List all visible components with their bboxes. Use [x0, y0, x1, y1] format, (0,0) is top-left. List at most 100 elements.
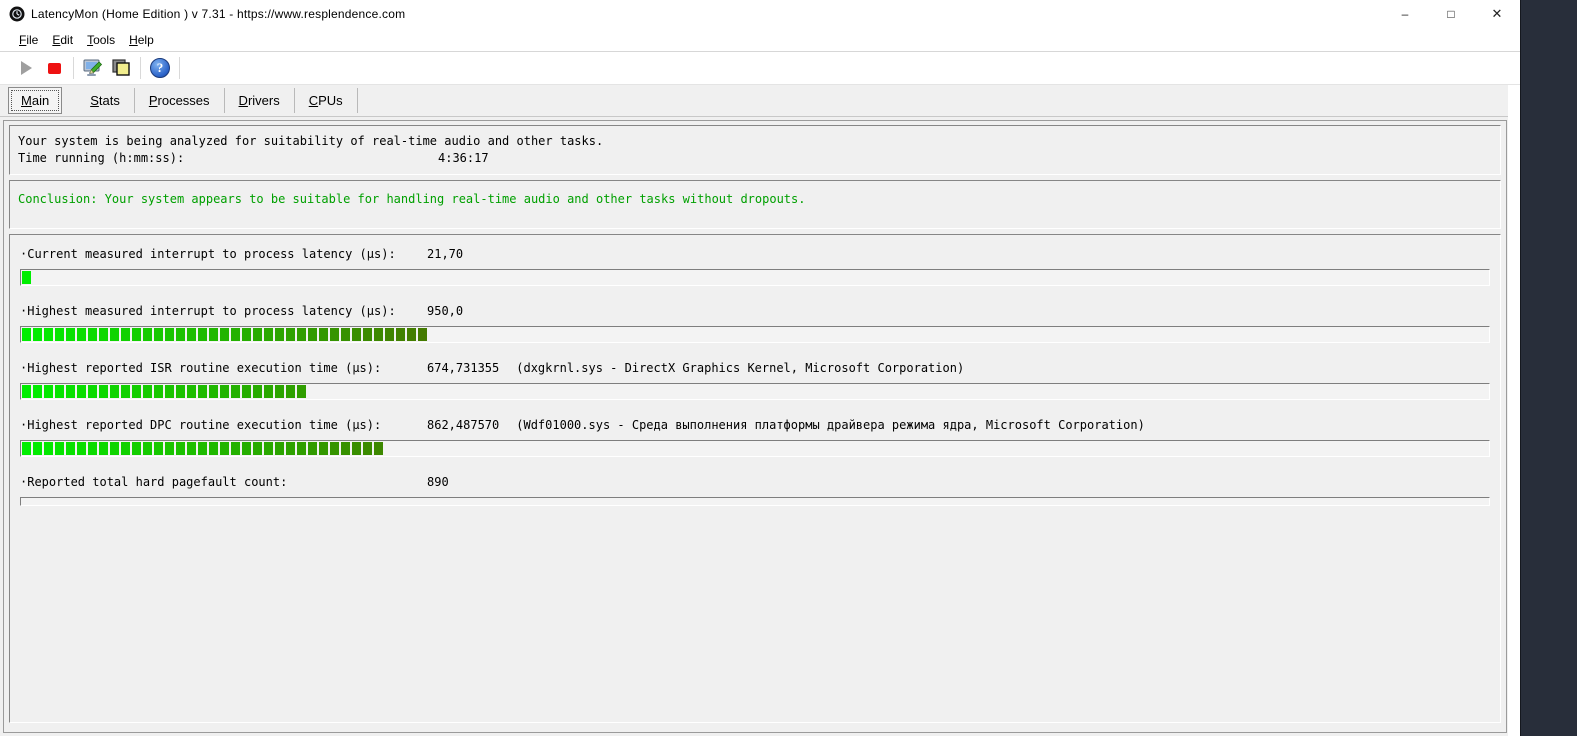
bar-segment	[385, 328, 394, 341]
latency-bar	[20, 383, 1490, 400]
tab-main[interactable]: Main	[8, 87, 63, 114]
bar-segment	[264, 328, 273, 341]
bar-segment	[22, 328, 31, 341]
bar-segment	[286, 385, 295, 398]
bar-segment	[176, 385, 185, 398]
analysis-status-text: Your system is being analyzed for suitab…	[18, 134, 604, 148]
tab-drivers[interactable]: Drivers	[225, 88, 295, 113]
bar-segment	[99, 328, 108, 341]
stop-monitor-button[interactable]	[40, 55, 68, 81]
bar-segment	[297, 328, 306, 341]
bar-segment	[418, 328, 427, 341]
bar-segment	[22, 271, 31, 284]
measurement-row: ·Current measured interrupt to process l…	[20, 246, 1490, 286]
bar-segment	[198, 442, 207, 455]
analyze-button[interactable]	[79, 55, 107, 81]
measurement-value: 862,487570	[427, 418, 500, 432]
bar-segment	[33, 385, 42, 398]
bar-segment	[264, 442, 273, 455]
bar-segment	[231, 328, 240, 341]
measurement-label: ·Highest reported ISR routine execution …	[20, 361, 382, 375]
bar-segment	[187, 385, 196, 398]
menu-item-edit[interactable]: Edit	[45, 30, 80, 50]
bar-segment	[110, 385, 119, 398]
main-panel: Your system is being analyzed for suitab…	[3, 120, 1507, 733]
conclusion-text: Conclusion: Your system appears to be su…	[18, 192, 806, 206]
maximize-button[interactable]: □	[1428, 0, 1474, 28]
bar-segment	[121, 442, 130, 455]
bar-segment	[242, 385, 251, 398]
bar-segment	[176, 328, 185, 341]
bar-segment	[275, 328, 284, 341]
bar-segment	[154, 442, 163, 455]
latency-bar	[20, 326, 1490, 343]
bar-segment	[44, 385, 53, 398]
stop-icon	[47, 62, 61, 74]
bar-segment	[22, 442, 31, 455]
latency-bar	[20, 440, 1490, 457]
close-button[interactable]: ✕	[1474, 0, 1520, 28]
tab-cpus[interactable]: CPUs	[295, 88, 358, 113]
measurement-label: ·Highest reported DPC routine execution …	[20, 418, 382, 432]
play-icon	[20, 61, 32, 75]
start-monitor-button[interactable]	[12, 55, 40, 81]
bar-segment	[198, 385, 207, 398]
measurement-row: ·Highest measured interrupt to process l…	[20, 303, 1490, 343]
menu-item-help[interactable]: Help	[122, 30, 161, 50]
bar-segment	[33, 442, 42, 455]
latencymon-window: LatencyMon (Home Edition ) v 7.31 - http…	[0, 0, 1520, 736]
latency-bar	[20, 497, 1490, 506]
measurement-value: 890	[427, 475, 449, 489]
bar-segment	[319, 442, 328, 455]
bar-segment	[374, 442, 383, 455]
minimize-button[interactable]: –	[1382, 0, 1428, 28]
bar-segment	[44, 328, 53, 341]
workspace: Main Stats Processes Drivers CPUs Your syste…	[0, 85, 1508, 736]
help-button[interactable]: ?	[146, 55, 174, 81]
bar-segment	[143, 385, 152, 398]
help-icon: ?	[150, 58, 170, 78]
measurement-value: 674,731355	[427, 361, 500, 375]
bar-segment	[286, 442, 295, 455]
bar-segment	[143, 328, 152, 341]
bar-segment	[66, 442, 75, 455]
menu-item-tools[interactable]: Tools	[80, 30, 122, 50]
bar-segment	[407, 328, 416, 341]
bar-segment	[231, 442, 240, 455]
bar-segment	[33, 328, 42, 341]
tab-stats[interactable]: Stats	[76, 88, 135, 113]
bar-segment	[220, 442, 229, 455]
toolbar: ?	[0, 52, 1520, 85]
bar-segment	[77, 328, 86, 341]
bar-segment	[275, 442, 284, 455]
tab-bar: Main Stats Processes Drivers CPUs	[0, 85, 1508, 117]
bar-segment	[231, 385, 240, 398]
copy-report-button[interactable]	[107, 55, 135, 81]
bar-segment	[286, 328, 295, 341]
bar-segment	[341, 442, 350, 455]
bar-segment	[352, 328, 361, 341]
bar-segment	[209, 385, 218, 398]
bar-segment	[154, 385, 163, 398]
bar-segment	[242, 442, 251, 455]
bar-segment	[308, 442, 317, 455]
bar-segment	[110, 442, 119, 455]
bar-segment	[165, 328, 174, 341]
bar-segment	[253, 385, 262, 398]
toolbar-separator	[179, 57, 180, 79]
menu-item-file[interactable]: File	[12, 30, 45, 50]
bar-segment	[132, 385, 141, 398]
tab-processes[interactable]: Processes	[135, 88, 225, 113]
bar-segment	[121, 385, 130, 398]
bar-segment	[330, 442, 339, 455]
measurement-label: ·Highest measured interrupt to process l…	[20, 304, 396, 318]
bar-segment	[99, 442, 108, 455]
measurement-label: ·Reported total hard pagefault count:	[20, 475, 288, 489]
bar-segment	[308, 328, 317, 341]
menu-bar: File Edit Tools Help	[0, 28, 1520, 52]
bar-segment	[363, 442, 372, 455]
bar-segment	[253, 328, 262, 341]
bar-segment	[374, 328, 383, 341]
measurement-detail: (Wdf01000.sys - Среда выполнения платфор…	[516, 418, 1145, 432]
title-bar[interactable]: LatencyMon (Home Edition ) v 7.31 - http…	[0, 0, 1520, 28]
